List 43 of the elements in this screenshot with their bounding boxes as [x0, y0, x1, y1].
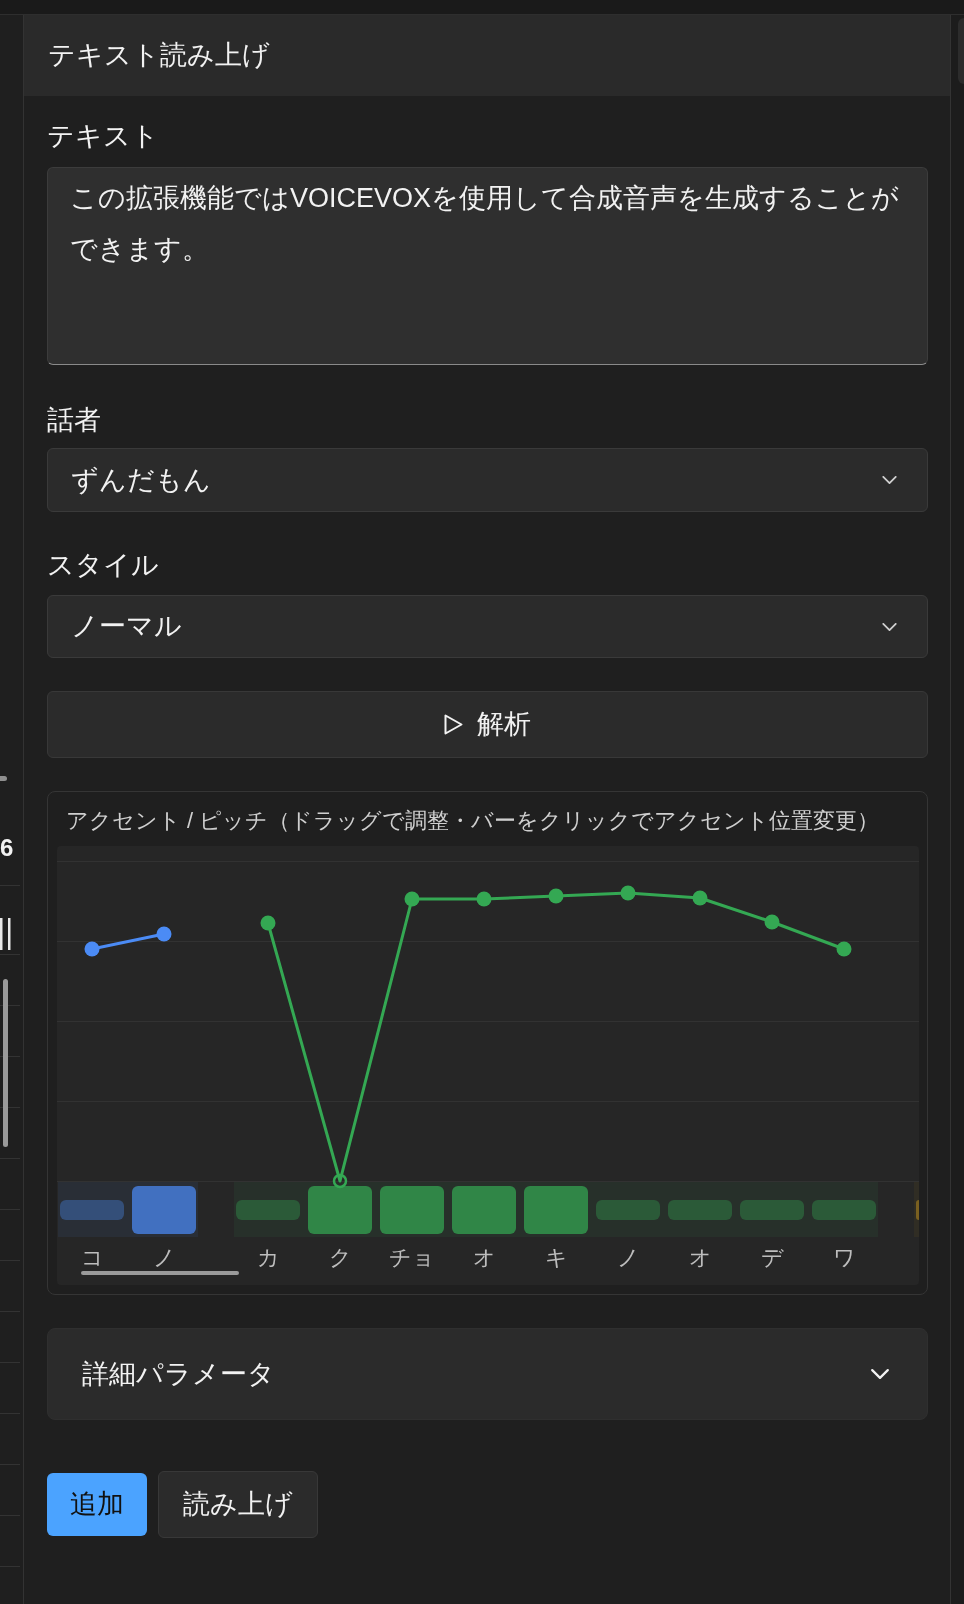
field-label: スタイル	[47, 549, 160, 582]
mora-label: カ	[255, 1246, 281, 1269]
mora-bar[interactable]	[916, 1199, 919, 1220]
mora-bar[interactable]	[132, 1185, 196, 1234]
double-bar-icon	[0, 918, 11, 950]
chevron-down-icon	[882, 476, 897, 484]
mora-bar[interactable]	[812, 1199, 876, 1220]
mora-bar[interactable]	[596, 1199, 660, 1220]
mora-label: オ	[687, 1246, 713, 1269]
field-label: テキスト	[47, 120, 160, 153]
mora-label: ノ	[615, 1246, 641, 1269]
mora-bar[interactable]	[452, 1185, 516, 1234]
chart-title: アクセント / ピッチ（ドラッグで調整・バーをクリックでアクセント位置変更）	[65, 807, 881, 835]
read-aloud-button[interactable]: 読み上げ	[158, 1471, 318, 1538]
play-icon	[444, 714, 463, 735]
mora-bar[interactable]	[740, 1199, 804, 1220]
analyze-button[interactable]: 解析	[47, 691, 928, 758]
text-input[interactable]: この拡張機能ではVOICEVOXを使用して合成音声を生成することができます。	[47, 167, 928, 365]
style-select[interactable]: ノーマル	[47, 595, 928, 658]
mora-label: ク	[327, 1246, 353, 1269]
mora-label: チョ	[388, 1246, 436, 1269]
side-panel-value: 6	[0, 835, 15, 860]
scrollbar-thumb[interactable]	[81, 1271, 239, 1275]
handle-icon	[0, 776, 7, 781]
mora-label: オ	[471, 1246, 497, 1269]
mora-bar[interactable]	[308, 1185, 372, 1234]
mora-label: コ	[79, 1246, 105, 1269]
mora-label: キ	[543, 1246, 569, 1269]
mora-bar[interactable]	[380, 1185, 444, 1234]
mora-label: デ	[759, 1246, 785, 1269]
mora-bar[interactable]	[524, 1185, 588, 1234]
mora-bar[interactable]	[60, 1199, 124, 1220]
mora-label: ワ	[831, 1246, 857, 1269]
field-label: 話者	[47, 404, 102, 437]
details-accordion[interactable]: 詳細パラメータ	[47, 1328, 928, 1420]
mora-bar[interactable]	[236, 1199, 300, 1220]
chevron-down-icon	[882, 622, 897, 631]
panel-title: テキスト読み上げ	[48, 39, 270, 73]
mora-label: ノ	[151, 1246, 177, 1269]
speaker-select[interactable]: ずんだもん	[47, 448, 928, 512]
mora-bar[interactable]	[668, 1199, 732, 1220]
add-button[interactable]: 追加	[47, 1473, 147, 1536]
scrollbar-thumb[interactable]	[3, 979, 8, 1147]
